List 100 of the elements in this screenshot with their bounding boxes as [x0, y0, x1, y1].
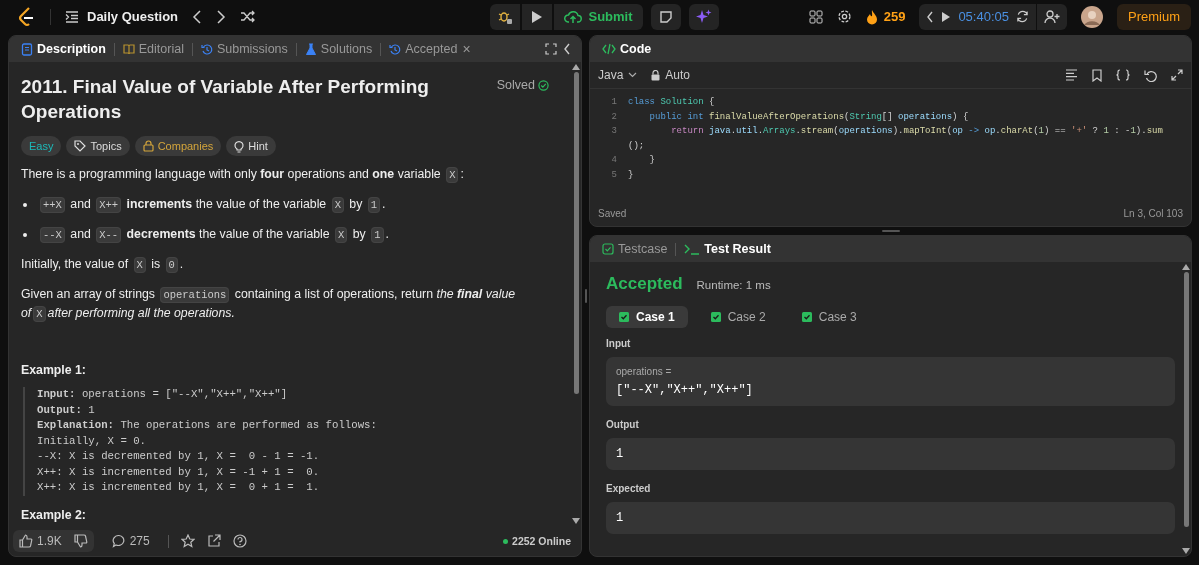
resize-handle[interactable]: [881, 230, 900, 232]
collapse-icon[interactable]: [926, 10, 935, 23]
panel-tab[interactable]: Description: [19, 42, 108, 56]
code-line: class Solution {: [628, 97, 715, 108]
example-line: Input: operations = ["--X","X++","X++"]: [37, 387, 289, 402]
debug-button[interactable]: [490, 3, 521, 30]
logo-icon[interactable]: [18, 6, 36, 27]
resize-handle[interactable]: [584, 289, 587, 303]
cursor-position: Ln 3, Col 103: [1123, 207, 1183, 219]
output-box: 1: [606, 438, 1175, 470]
bullet-item: ++X and X++ increments the value of the variable X by 1 .: [21, 195, 559, 214]
previous-icon[interactable]: [192, 9, 203, 24]
panel-tab[interactable]: Submissions: [198, 42, 290, 56]
daily-question-link[interactable]: Daily Question: [87, 9, 179, 24]
example-heading: Example 2:: [21, 507, 87, 522]
terminal-icon: [684, 243, 701, 255]
field-label: Input: [606, 338, 632, 349]
avatar[interactable]: [1081, 5, 1103, 28]
panel-tab[interactable]: Accepted: [387, 42, 460, 56]
star-icon[interactable]: [180, 534, 195, 548]
example-line: Output: 1: [37, 402, 96, 418]
example-line: X++: X is incremented by 1, X = 0 + 1 = 1.: [37, 480, 321, 495]
scroll-down-icon[interactable]: [1182, 548, 1190, 554]
maximize-icon[interactable]: [545, 43, 557, 55]
chevron-down-icon: [628, 72, 638, 78]
check-circle-icon: [538, 79, 549, 91]
scroll-down-icon[interactable]: [572, 518, 580, 524]
scroll-up-icon[interactable]: [572, 64, 580, 70]
verdict-text: Accepted: [606, 274, 683, 294]
check-icon: [710, 312, 721, 322]
comments-button[interactable]: 275: [105, 530, 156, 552]
document-icon: [21, 42, 33, 56]
note-icon: [658, 9, 673, 24]
scrollbar[interactable]: [571, 62, 581, 526]
code-icon: [602, 43, 616, 55]
ai-button[interactable]: [688, 3, 719, 30]
settings-icon[interactable]: [836, 9, 852, 24]
play-icon[interactable]: [941, 10, 952, 23]
code-line: }: [648, 155, 655, 166]
format-icon[interactable]: [1065, 69, 1078, 81]
panel-tab[interactable]: Solutions: [302, 42, 375, 56]
difficulty-badge[interactable]: Easy: [21, 136, 62, 156]
close-tab-button[interactable]: ×: [462, 41, 471, 57]
line-number: 5: [610, 169, 617, 180]
runtime-text: Runtime: 1 ms: [696, 279, 771, 291]
case-tab[interactable]: Case 3: [788, 306, 870, 328]
panel-tab[interactable]: Testcase: [600, 242, 670, 256]
book-icon: [122, 42, 135, 56]
premium-button[interactable]: Premium: [1117, 3, 1191, 30]
auto-mode-button[interactable]: Auto: [651, 68, 691, 82]
problem-list-icon[interactable]: [65, 10, 79, 23]
braces-icon[interactable]: [1116, 69, 1130, 81]
notes-button[interactable]: [650, 3, 681, 30]
check-icon: [801, 312, 812, 322]
timer-text: 05:40:05: [958, 9, 1009, 24]
field-label: Output: [606, 419, 640, 430]
line-number: 4: [610, 155, 617, 166]
bullet-item: --X and X-- decrements the value of the variable X by 1 .: [21, 225, 559, 244]
history-icon: [200, 42, 213, 56]
tag-icon: [74, 140, 87, 152]
reset-icon[interactable]: [1016, 10, 1029, 23]
streak-counter[interactable]: 259: [865, 8, 906, 25]
tag-button[interactable]: Hint: [226, 136, 276, 156]
expected-box: 1: [606, 502, 1175, 534]
case-tab[interactable]: Case 1: [606, 306, 688, 328]
case-tab[interactable]: Case 2: [697, 306, 779, 328]
help-icon[interactable]: [232, 534, 247, 548]
shuffle-icon[interactable]: [240, 10, 256, 23]
share-icon[interactable]: [206, 534, 221, 548]
scroll-up-icon[interactable]: [1182, 264, 1190, 270]
example-line: X++: X is incremented by 1, X = -1 + 1 = 0.: [37, 464, 321, 480]
panel-tab[interactable]: Test Result: [682, 242, 773, 256]
code-line: }: [628, 169, 634, 180]
panel-tab[interactable]: Editorial: [120, 42, 186, 56]
run-button[interactable]: [522, 3, 553, 30]
tag-button[interactable]: Companies: [134, 136, 222, 156]
thumbs-up-icon: [19, 534, 33, 548]
add-user-icon[interactable]: [1044, 9, 1060, 24]
paragraph: Initially, the value of X is 0 .: [21, 256, 185, 274]
scrollbar[interactable]: [1181, 262, 1191, 556]
next-icon[interactable]: [216, 9, 227, 24]
example-line: Explanation: The operations are performed as follows:: [37, 418, 378, 433]
variable-name: operations =: [616, 366, 673, 377]
collapse-panel-icon[interactable]: [563, 43, 571, 55]
language-dropdown[interactable]: Java: [598, 68, 638, 82]
layout-icon[interactable]: [808, 9, 823, 24]
undo-icon[interactable]: [1144, 68, 1157, 82]
code-line: public int finalValueAfterOperations(String[] operations) {: [648, 111, 969, 122]
tag-button[interactable]: Topics: [66, 136, 130, 156]
bookmark-icon[interactable]: [1092, 68, 1102, 82]
save-status: Saved: [598, 207, 627, 219]
example-line: Initially, X = 0.: [37, 433, 148, 449]
lock-icon: [651, 69, 661, 81]
code-line: ();: [628, 140, 645, 151]
comment-icon: [111, 534, 126, 548]
history-icon: [389, 42, 402, 56]
lightbulb-icon: [234, 139, 245, 153]
expand-icon[interactable]: [1171, 69, 1183, 81]
line-number: 1: [610, 97, 617, 108]
submit-button[interactable]: Submit: [554, 3, 643, 30]
